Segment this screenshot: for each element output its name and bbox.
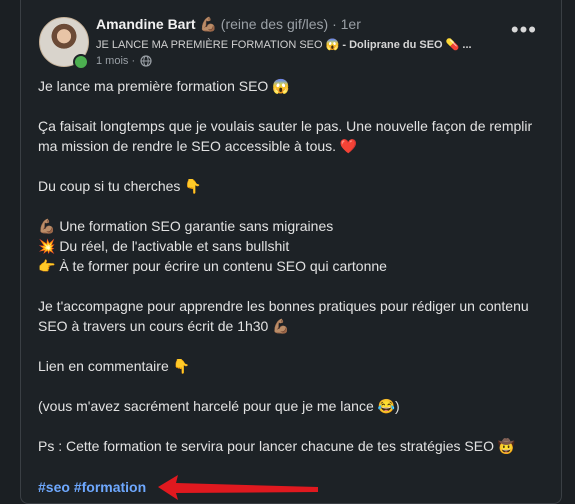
globe-icon [140, 55, 152, 67]
post-line: Ça faisait longtemps que je voulais saut… [38, 118, 537, 154]
headline-part-2: - Doliprane du SEO 💊 ... [342, 39, 472, 51]
author-avatar-wrap[interactable] [39, 17, 89, 70]
post-meta: 1 mois · [96, 55, 152, 67]
author-name[interactable]: Amandine Bart [96, 16, 196, 32]
post-bullet: 💥 Du réel, de l'activable et sans bullsh… [38, 238, 290, 254]
author-tagline: (reine des gif/les) [220, 16, 329, 32]
post-line: Du coup si tu cherches 👇 [38, 178, 202, 194]
hashtag-formation[interactable]: #formation [74, 479, 146, 495]
post-line: Lien en commentaire 👇 [38, 358, 191, 374]
feed-post-card: Amandine Bart 💪🏽 (reine des gif/les) · 1… [20, 0, 562, 504]
hashtag-seo[interactable]: #seo [38, 479, 70, 495]
author-headline: JE LANCE MA PREMIÈRE FORMATION SEO 😱 - D… [96, 38, 516, 51]
post-line: Je t'accompagne pour apprendre les bonne… [38, 298, 533, 334]
more-options-icon[interactable]: ••• [511, 17, 537, 43]
post-bullet: 👉 À te former pour écrire un contenu SEO… [38, 258, 387, 274]
online-status-dot [73, 54, 89, 70]
author-name-row: Amandine Bart 💪🏽 (reine des gif/les) · 1… [96, 16, 361, 33]
post-header: Amandine Bart 💪🏽 (reine des gif/les) · 1… [39, 13, 551, 71]
post-line: (vous m'avez sacrément harcelé pour que … [38, 398, 400, 414]
post-bullet: 💪🏽 Une formation SEO garantie sans migra… [38, 218, 334, 234]
post-time: 1 mois · [96, 55, 136, 67]
connection-degree: · 1er [332, 16, 361, 32]
headline-part-1: JE LANCE MA PREMIÈRE FORMATION SEO 😱 [96, 39, 340, 51]
post-line: Ps : Cette formation te servira pour lan… [38, 438, 516, 454]
post-body: Je lance ma première formation SEO 😱 Ça … [38, 76, 545, 456]
hashtags: #seo #formation [38, 479, 146, 495]
post-line: Je lance ma première formation SEO 😱 [38, 78, 290, 94]
author-name-emoji: 💪🏽 [199, 16, 217, 32]
